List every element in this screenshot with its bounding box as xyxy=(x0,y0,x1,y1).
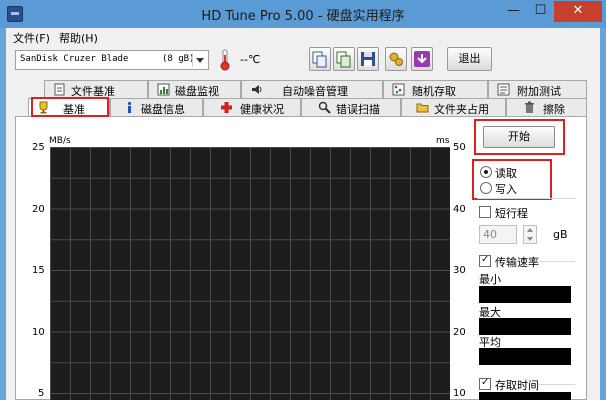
read-radio[interactable] xyxy=(480,166,492,178)
tab-label: 擦除 xyxy=(543,103,565,116)
transfer-rate-label: 传输速率 xyxy=(495,256,539,269)
tab-erase[interactable]: 擦除 xyxy=(506,98,587,116)
minimize-button[interactable]: — xyxy=(500,1,527,22)
left-tick: 20 xyxy=(32,204,45,215)
right-tick: 20 xyxy=(453,327,466,338)
chart-grid xyxy=(50,147,451,400)
right-tick: 50 xyxy=(453,142,466,153)
extra-tests-icon xyxy=(497,83,510,96)
thermometer-icon xyxy=(218,49,232,71)
left-tick: 25 xyxy=(32,142,45,153)
right-axis-unit: ms xyxy=(436,136,450,146)
right-tick: 40 xyxy=(453,204,466,215)
avg-value-box xyxy=(479,348,571,365)
tab-label: 错误扫描 xyxy=(336,103,380,116)
folder-icon xyxy=(416,101,429,114)
floppy-disk-icon xyxy=(361,52,375,66)
transfer-rate-checkbox[interactable] xyxy=(479,254,491,267)
tab-random-access[interactable]: 随机存取 xyxy=(383,80,488,98)
tab-label: 随机存取 xyxy=(412,85,456,98)
drive-select[interactable]: SanDisk Cruzer Blade (8 gB) xyxy=(15,50,209,70)
tab-file-benchmark[interactable]: 文件基准 xyxy=(44,80,148,98)
health-cross-icon xyxy=(220,101,233,114)
maximize-button[interactable]: ☐ xyxy=(527,1,554,22)
tab-label: 文件夹占用 xyxy=(434,103,489,116)
download-button[interactable] xyxy=(411,47,433,71)
left-tick: 5 xyxy=(38,388,45,399)
menu-file[interactable]: 文件(F) xyxy=(13,30,50,46)
temperature-readout: --℃ xyxy=(240,53,261,66)
tab-label: 附加测试 xyxy=(517,85,561,98)
short-stroke-label: 短行程 xyxy=(495,207,528,220)
tab-extra-tests[interactable]: 附加测试 xyxy=(488,80,587,98)
divider xyxy=(477,198,575,199)
menu-help[interactable]: 帮助(H) xyxy=(59,30,98,46)
tab-label: 磁盘监视 xyxy=(175,85,219,98)
save-button[interactable] xyxy=(357,47,379,71)
min-label: 最小 xyxy=(479,273,501,286)
tab-disk-info[interactable]: 磁盘信息 xyxy=(110,98,203,116)
random-access-icon xyxy=(392,83,405,96)
short-stroke-input[interactable]: 40 xyxy=(479,225,517,244)
gears-icon xyxy=(389,52,403,66)
info-icon xyxy=(123,101,136,114)
copy-screenshot-button[interactable] xyxy=(333,47,355,71)
access-time-checkbox[interactable] xyxy=(479,377,491,390)
short-stroke-unit: gB xyxy=(553,228,568,241)
tab-noise-management[interactable]: 自动噪音管理 xyxy=(241,80,383,98)
copy-image-icon xyxy=(336,51,351,68)
left-tick: 10 xyxy=(32,327,45,338)
speaker-icon xyxy=(250,83,263,96)
highlight-benchmark-tab xyxy=(31,97,109,117)
divider xyxy=(539,261,575,262)
copy-text-button[interactable] xyxy=(309,47,331,71)
read-label: 读取 xyxy=(495,167,517,180)
left-tick: 15 xyxy=(32,265,45,276)
start-button[interactable]: 开始 xyxy=(483,126,555,148)
drive-size: (8 gB) xyxy=(162,54,195,64)
max-value-box xyxy=(479,318,571,335)
tab-error-scan[interactable]: 错误扫描 xyxy=(301,98,401,116)
chevron-down-icon[interactable] xyxy=(192,53,206,67)
benchmark-chart xyxy=(50,147,451,400)
trash-icon xyxy=(523,101,536,114)
access-time-label: 存取时间 xyxy=(495,379,539,392)
tab-label: 自动噪音管理 xyxy=(282,85,348,98)
write-radio[interactable] xyxy=(480,182,492,194)
tab-disk-monitor[interactable]: 磁盘监视 xyxy=(148,80,241,98)
tab-health[interactable]: 健康状况 xyxy=(203,98,301,116)
right-tick: 30 xyxy=(453,265,466,276)
short-stroke-spinner[interactable] xyxy=(523,225,537,244)
copy-icon xyxy=(312,51,327,68)
left-axis-unit: MB/s xyxy=(49,136,71,146)
file-benchmark-icon xyxy=(53,83,66,96)
download-arrow-icon xyxy=(414,51,430,67)
access-time-value-box xyxy=(479,392,571,400)
tab-label: 磁盘信息 xyxy=(141,103,185,116)
exit-button[interactable]: 退出 xyxy=(447,47,492,71)
tab-folder-usage[interactable]: 文件夹占用 xyxy=(401,98,506,116)
close-button[interactable]: ✕ xyxy=(554,1,602,22)
tab-label: 健康状况 xyxy=(240,103,284,116)
disk-monitor-icon xyxy=(157,83,170,96)
drive-name: SanDisk Cruzer Blade xyxy=(20,54,129,64)
options-button[interactable] xyxy=(385,47,407,71)
min-value-box xyxy=(479,286,571,303)
magnifier-icon xyxy=(318,101,331,114)
write-label: 写入 xyxy=(495,183,517,196)
right-tick: 10 xyxy=(453,388,466,399)
divider xyxy=(539,384,575,385)
short-stroke-checkbox[interactable] xyxy=(479,206,491,218)
